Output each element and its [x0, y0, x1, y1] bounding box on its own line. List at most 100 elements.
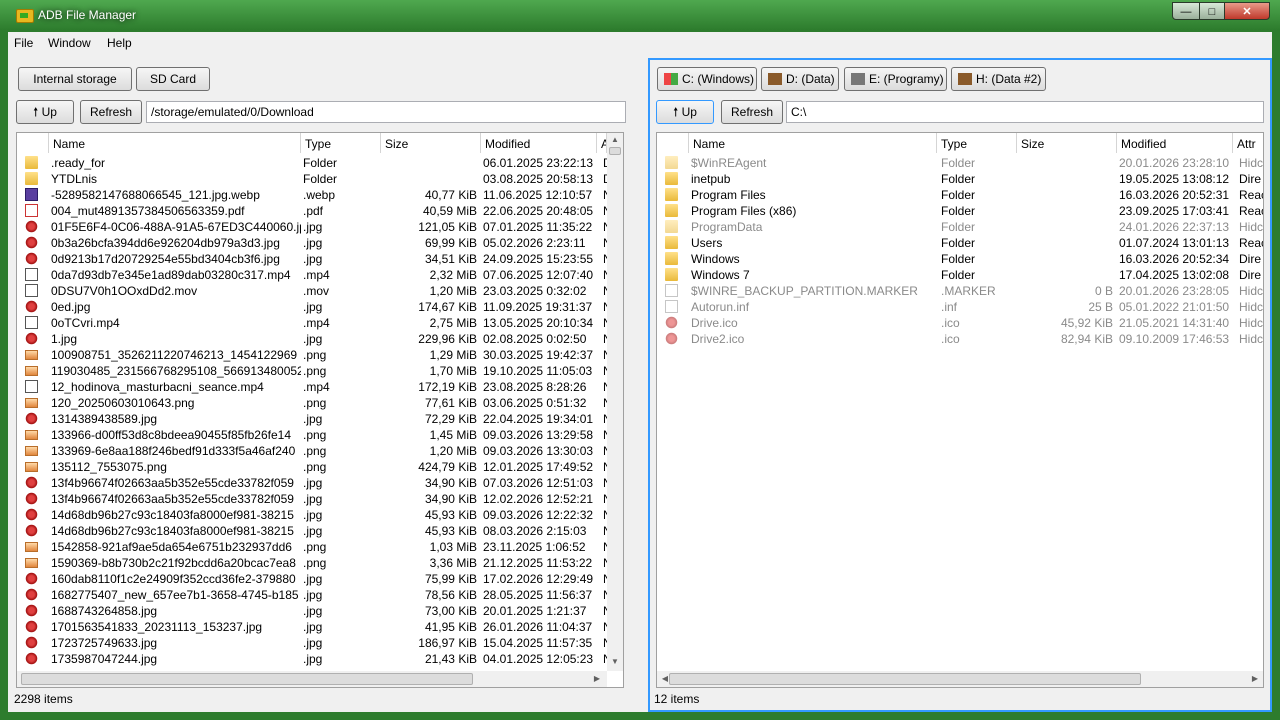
internal-storage-button[interactable]: Internal storage: [18, 67, 132, 91]
table-row[interactable]: $WINRE_BACKUP_PARTITION.MARKER .MARKER 0 B…: [657, 283, 1263, 299]
table-row[interactable]: Windows Folder 16.03.2026 20:52:34 Dire: [657, 251, 1263, 267]
table-row[interactable]: 119030485_231566768295108_5669134800525.…: [17, 363, 623, 379]
drive-d-label: D: (Data): [786, 72, 835, 86]
table-row[interactable]: 1590369-b8b730b2c21f92bcdd6a20bcac7ea8 .p…: [17, 555, 623, 571]
drive-e-button[interactable]: E: (Programy): [844, 67, 947, 91]
vertical-scrollbar[interactable]: ▲ ▼: [607, 133, 623, 671]
menu-help[interactable]: Help: [107, 36, 132, 50]
table-row[interactable]: 133969-6e8aa188f246bedf91d333f5a46af240.…: [17, 443, 623, 459]
cell-modified: 03.06.2025 0:51:32: [483, 396, 587, 410]
table-row[interactable]: 133966-d00ff53d8c8bdeea90455f85fb26fe14.…: [17, 427, 623, 443]
horizontal-scroll-thumb[interactable]: [669, 673, 1141, 685]
table-row[interactable]: Drive2.ico .ico 82,94 KiB 09.10.2009 17:46:…: [657, 331, 1263, 347]
cell-type: Folder: [941, 188, 976, 202]
table-row[interactable]: 1688743264858.jpg .jpg 73,00 KiB 20.01.2025…: [17, 603, 623, 619]
table-row[interactable]: 0DSU7V0h1OOxdDd2.mov .mov 1,20 MiB 23.03.20…: [17, 283, 623, 299]
table-row[interactable]: 004_mut4891357384506563359.pdf .pdf 40,59 …: [17, 203, 623, 219]
column-header-type[interactable]: Type: [937, 133, 1017, 153]
table-row[interactable]: Drive.ico .ico 45,92 KiB 21.05.2021 14:31:4…: [657, 315, 1263, 331]
table-row[interactable]: Windows 7 Folder 17.04.2025 13:02:08 Dire: [657, 267, 1263, 283]
cell-type: .png: [303, 364, 327, 378]
table-row[interactable]: 1.jpg.jpg229,96 KiB02.08.2025 0:02:50N: [17, 331, 623, 347]
cell-name: ProgramData: [691, 220, 763, 234]
table-row[interactable]: 120_20250603010643.png .png 77,61 KiB 03.06…: [17, 395, 623, 411]
table-row[interactable]: Program Files Folder 16.03.2026 20:52:31 Re…: [657, 187, 1263, 203]
refresh-button[interactable]: Refresh: [721, 100, 783, 124]
table-row[interactable]: 13f4b96674f02663aa5b352e55cde33782f059 .j…: [17, 491, 623, 507]
scroll-right-icon[interactable]: ▶: [589, 674, 605, 683]
cell-size: 75,99 KiB: [424, 572, 477, 586]
cell-name: 0d9213b17d20729254e55bd3404cb3f6.jpg: [51, 252, 280, 266]
horizontal-scrollbar[interactable]: ◀ ▶: [657, 671, 1263, 687]
table-row[interactable]: -5289582147688066545_121.jpg.webp .webp 40…: [17, 187, 623, 203]
column-header-type[interactable]: Type: [301, 133, 381, 153]
menu-window[interactable]: Window: [48, 36, 91, 50]
table-row[interactable]: 0ed.jpg .jpg 174,67 KiB 11.09.2025 19:31:37…: [17, 299, 623, 315]
drive-h-button[interactable]: H: (Data #2): [951, 67, 1046, 91]
cell-name: 0oTCvri.mp4: [51, 316, 120, 330]
column-header-modified[interactable]: Modified: [1117, 133, 1233, 153]
table-row[interactable]: 100908751_3526211220746213_1454122969 .pn…: [17, 347, 623, 363]
up-button[interactable]: 🠕 Up: [656, 100, 714, 124]
table-row[interactable]: 1701563541833_20231113_153237.jpg .jpg 41,…: [17, 619, 623, 635]
table-row[interactable]: 1723725749633.jpg .jpg 186,97 KiB 15.04.202…: [17, 635, 623, 651]
close-button[interactable]: ✕: [1224, 2, 1270, 20]
app-icon: [16, 9, 34, 23]
column-header-size[interactable]: Size: [381, 133, 481, 153]
img-file-icon: [25, 604, 38, 617]
scroll-right-icon[interactable]: ▶: [1247, 674, 1263, 683]
column-header-attr[interactable]: A: [597, 133, 607, 153]
scroll-up-icon[interactable]: ▲: [607, 135, 623, 144]
table-row[interactable]: 13f4b96674f02663aa5b352e55cde33782f059 .j…: [17, 475, 623, 491]
file-list[interactable]: Name Type Size Modified Attr $WinREAgent…: [656, 132, 1264, 688]
table-row[interactable]: Autorun.inf .inf 25 B 05.01.2022 21:01:50 Hi…: [657, 299, 1263, 315]
table-row[interactable]: Users Folder 01.07.2024 13:01:13 Reac: [657, 235, 1263, 251]
table-row[interactable]: 1682775407_new_657ee7b1-3658-4745-b185 .j…: [17, 587, 623, 603]
table-row[interactable]: $WinREAgent Folder 20.01.2026 23:28:10 Hidc: [657, 155, 1263, 171]
table-row[interactable]: inetpub Folder 19.05.2025 13:08:12 Dire: [657, 171, 1263, 187]
column-header-size[interactable]: Size: [1017, 133, 1117, 153]
path-field[interactable]: /storage/emulated/0/Download: [146, 101, 626, 123]
table-row[interactable]: YTDLnisFolder03.08.2025 20:58:13D: [17, 171, 623, 187]
table-row[interactable]: 1314389438589.jpg .jpg 72,29 KiB 22.04.2025…: [17, 411, 623, 427]
table-row[interactable]: 1735987047244.jpg .jpg 21,43 KiB 04.01.2025…: [17, 651, 623, 667]
table-row[interactable]: 14d68db96b27c93c18403fa8000ef981-38215 .j…: [17, 523, 623, 539]
table-row[interactable]: 0b3a26bcfa394dd6e926204db979a3d3.jpg .jpg…: [17, 235, 623, 251]
table-row[interactable]: ProgramData Folder 24.01.2026 22:37:13 Hidc: [657, 219, 1263, 235]
column-header-name[interactable]: Name: [49, 133, 301, 153]
cell-modified: 09.03.2026 13:30:03: [483, 444, 594, 458]
sd-card-button[interactable]: SD Card: [136, 67, 210, 91]
minimize-button[interactable]: —: [1172, 2, 1200, 20]
drive-c-button[interactable]: C: (Windows): [657, 67, 757, 91]
title-bar[interactable]: ADB File Manager — □ ✕: [0, 0, 1280, 32]
table-row[interactable]: 0d9213b17d20729254e55bd3404cb3f6.jpg .jpg…: [17, 251, 623, 267]
drive-d-button[interactable]: D: (Data): [761, 67, 839, 91]
horizontal-scroll-thumb[interactable]: [21, 673, 473, 685]
table-row[interactable]: 0oTCvri.mp4 .mp4 2,75 MiB 13.05.2025 20:10:…: [17, 315, 623, 331]
table-row[interactable]: 01F5E6F4-0C06-488A-91A5-67ED3C440060.jpg…: [17, 219, 623, 235]
scroll-down-icon[interactable]: ▼: [607, 657, 623, 666]
table-row[interactable]: 14d68db96b27c93c18403fa8000ef981-38215 .j…: [17, 507, 623, 523]
cell-modified: 19.05.2025 13:08:12: [1119, 172, 1230, 186]
table-row[interactable]: 160dab8110f1c2e24909f352ccd36fe2-379880.…: [17, 571, 623, 587]
table-row[interactable]: Program Files (x86) Folder 23.09.2025 17:0…: [657, 203, 1263, 219]
up-button[interactable]: 🠕 Up: [16, 100, 74, 124]
file-list[interactable]: Name Type Size Modified A .ready_for Fold…: [16, 132, 624, 688]
table-row[interactable]: 135112_7553075.png .png 424,79 KiB 12.01.20…: [17, 459, 623, 475]
column-header-modified[interactable]: Modified: [481, 133, 597, 153]
column-header-name[interactable]: Name: [689, 133, 937, 153]
menu-file[interactable]: File: [14, 36, 33, 50]
vertical-scroll-thumb[interactable]: [609, 147, 621, 155]
img-file-icon: [25, 236, 38, 249]
maximize-button[interactable]: □: [1199, 2, 1225, 20]
table-row[interactable]: 0da7d93db7e345e1ad89dab03280c317.mp4 .mp4…: [17, 267, 623, 283]
table-row[interactable]: .ready_forFolder06.01.2025 23:22:13D: [17, 155, 623, 171]
path-field[interactable]: C:\: [786, 101, 1264, 123]
column-header-attr[interactable]: Attr: [1233, 133, 1263, 153]
refresh-button[interactable]: Refresh: [80, 100, 142, 124]
horizontal-scrollbar[interactable]: ◀ ▶: [17, 671, 607, 687]
cell-modified: 17.04.2025 13:02:08: [1119, 268, 1230, 282]
cell-size: 1,20 MiB: [429, 284, 477, 298]
table-row[interactable]: 12_hodinova_masturbacni_seance.mp4 .mp4 17…: [17, 379, 623, 395]
table-row[interactable]: 1542858-921af9ae5da654e6751b232937dd6 .pn…: [17, 539, 623, 555]
